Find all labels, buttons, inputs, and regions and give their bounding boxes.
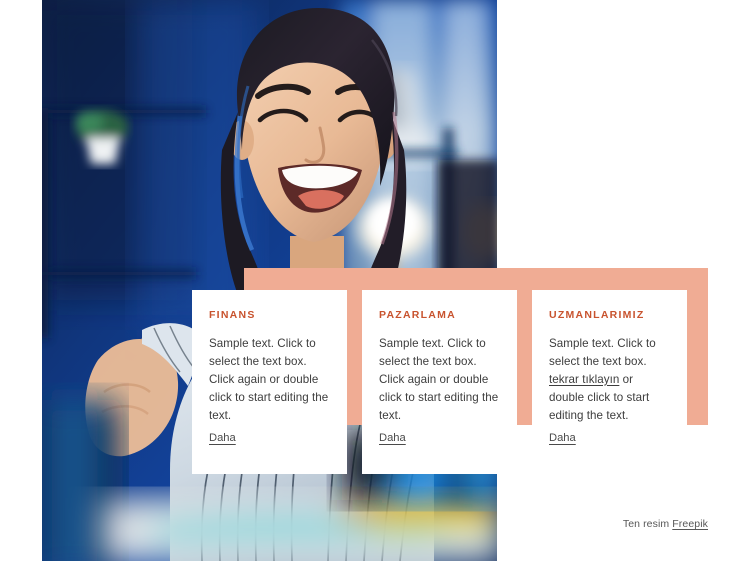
card-more-link[interactable]: Daha xyxy=(379,432,406,444)
feature-card-uzmanlarimiz: UZMANLARIMIZ Sample text. Click to selec… xyxy=(532,290,687,474)
card-body: Sample text. Click to select the text bo… xyxy=(209,335,330,425)
card-title: FINANS xyxy=(209,309,256,321)
image-credit-prefix: Ten resim xyxy=(622,518,673,530)
image-credit: Ten resim Freepik xyxy=(623,518,708,530)
page-root: FINANS Sample text. Click to select the … xyxy=(0,0,750,561)
card-body-text: Sample text. Click to select the text bo… xyxy=(209,336,329,422)
card-more-link[interactable]: Daha xyxy=(209,432,236,444)
card-title: PAZARLAMA xyxy=(379,309,456,321)
card-body: Sample text. Click to select the text bo… xyxy=(379,335,500,425)
freepik-link[interactable]: Freepik xyxy=(672,518,708,530)
feature-cards: FINANS Sample text. Click to select the … xyxy=(192,290,688,474)
card-body-text-before: Sample text. Click to select the text bo… xyxy=(549,336,656,368)
card-title: UZMANLARIMIZ xyxy=(549,309,645,321)
card-body: Sample text. Click to select the text bo… xyxy=(549,335,670,425)
card-more-link[interactable]: Daha xyxy=(549,432,576,444)
feature-card-pazarlama: PAZARLAMA Sample text. Click to select t… xyxy=(362,290,517,474)
card-inline-link[interactable]: tekrar tıklayın xyxy=(549,373,619,386)
card-body-text: Sample text. Click to select the text bo… xyxy=(379,336,499,422)
feature-card-finans: FINANS Sample text. Click to select the … xyxy=(192,290,347,474)
